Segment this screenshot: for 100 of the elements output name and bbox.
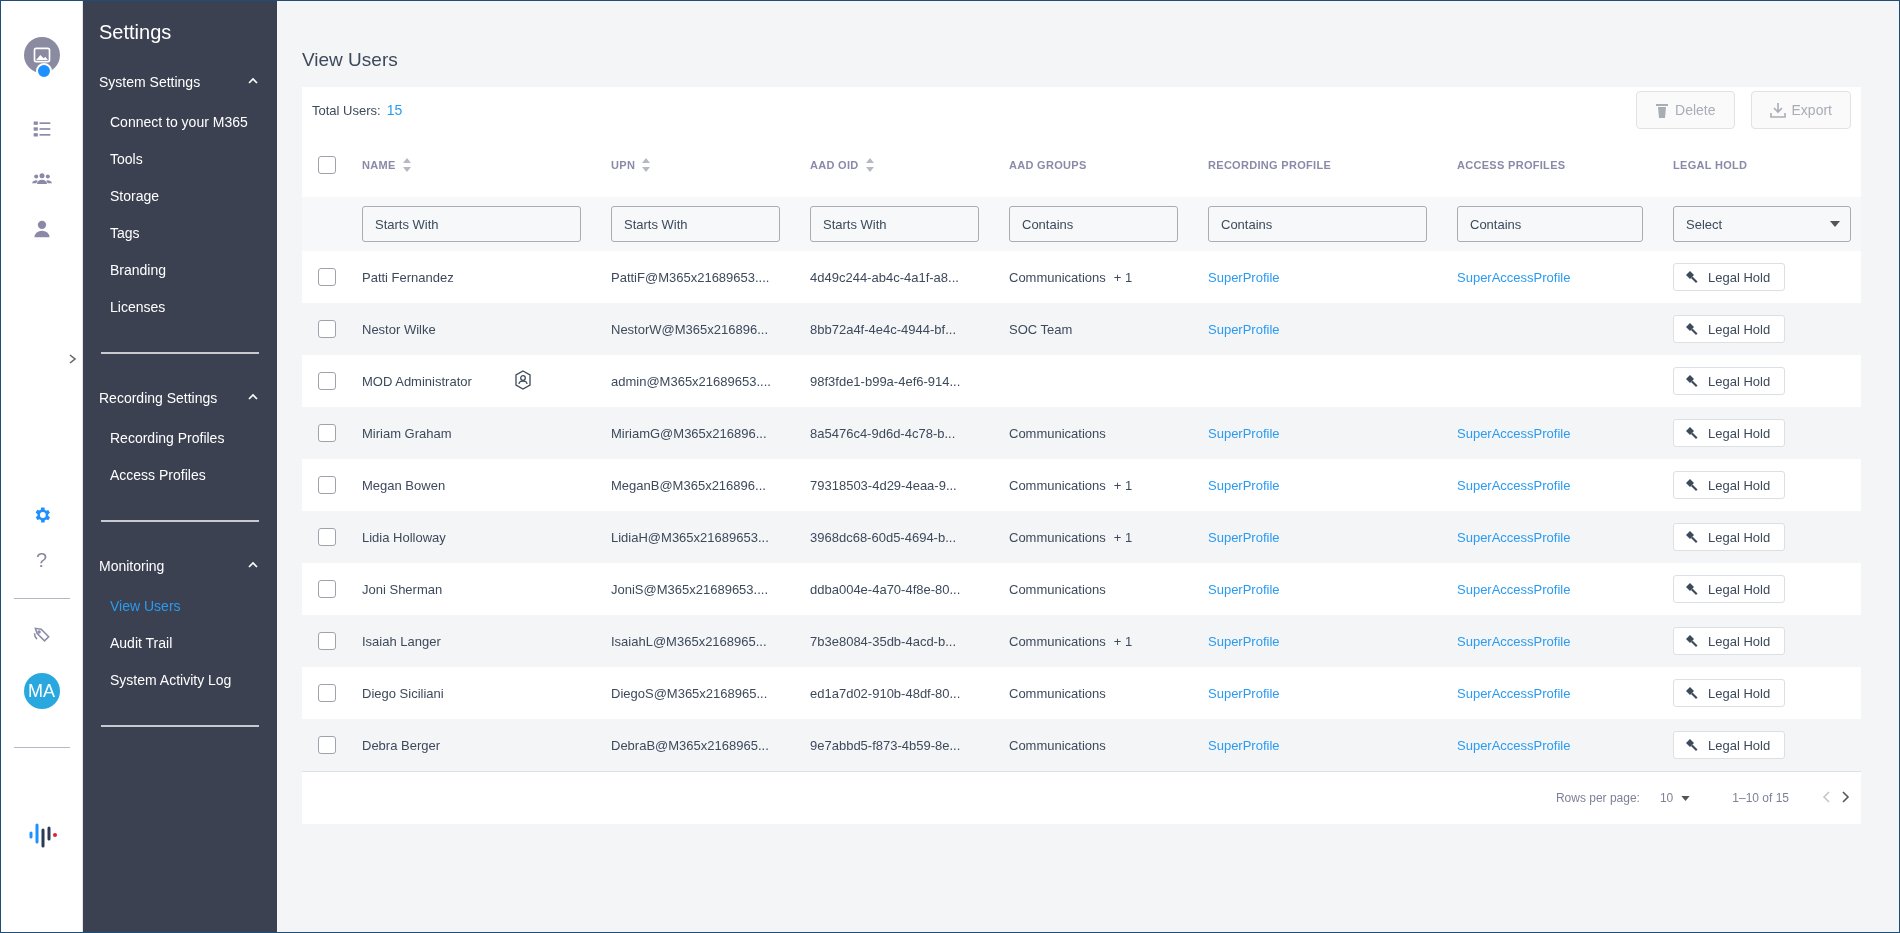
user-name: Lidia Holloway xyxy=(362,529,446,545)
user-name: Megan Bowen xyxy=(362,477,446,493)
gavel-icon xyxy=(1684,634,1698,648)
legal-hold-button[interactable]: Legal Hold xyxy=(1673,263,1786,291)
page-title: View Users xyxy=(302,49,399,71)
row-checkbox[interactable] xyxy=(318,424,336,442)
upn-cell: LidiaH@M365x21689653... xyxy=(611,529,769,545)
row-checkbox[interactable] xyxy=(318,736,336,754)
gavel-icon xyxy=(1684,582,1698,596)
filter-field[interactable]: Starts With xyxy=(810,206,979,242)
legal-hold-button[interactable]: Legal Hold xyxy=(1673,419,1786,447)
more-groups-count[interactable]: + 1 xyxy=(1113,633,1133,649)
row-checkbox[interactable] xyxy=(318,372,336,390)
upn-cell: MeganB@M365x216896... xyxy=(611,477,766,493)
legal-hold-button[interactable]: Legal Hold xyxy=(1673,367,1786,395)
legal-hold-button[interactable]: Legal Hold xyxy=(1673,731,1786,759)
legal-hold-button[interactable]: Legal Hold xyxy=(1673,575,1786,603)
legal-hold-button[interactable]: Legal Hold xyxy=(1673,679,1786,707)
more-groups-count[interactable]: + 1 xyxy=(1113,269,1133,285)
admin-shield-icon xyxy=(514,369,532,390)
sidebar-item[interactable]: Tools xyxy=(83,149,277,186)
oid-cell: 9e7abbd5-f873-4b59-8e... xyxy=(810,737,961,753)
sidebar-item[interactable]: Access Profiles xyxy=(83,465,277,502)
sidebar-item[interactable]: Storage xyxy=(83,186,277,223)
sidebar-title: Settings xyxy=(98,21,173,44)
total-users-label: Total Users: xyxy=(312,102,381,118)
oid-cell: 7b3e8084-35db-4acd-b... xyxy=(810,633,956,649)
legal-hold-select[interactable]: Select xyxy=(1673,206,1851,242)
upn-cell: admin@M365x21689653.... xyxy=(611,373,771,389)
download-icon xyxy=(1769,102,1786,118)
trash-icon xyxy=(1655,102,1670,118)
section-title[interactable]: Monitoring xyxy=(99,558,165,574)
upn-cell: DiegoS@M365x2168965... xyxy=(611,685,768,701)
sidebar-item[interactable]: Connect to your M365 xyxy=(83,112,277,149)
caret-down-icon xyxy=(1830,221,1840,227)
row-checkbox[interactable] xyxy=(318,580,336,598)
sidebar-item[interactable]: Recording Profiles xyxy=(83,428,277,465)
gavel-icon xyxy=(1684,686,1698,700)
oid-cell: 79318503-4d29-4eaa-9... xyxy=(810,477,957,493)
upn-cell: JoniS@M365x21689653.... xyxy=(611,581,769,597)
user-name: Debra Berger xyxy=(362,737,441,753)
legal-hold-button[interactable]: Legal Hold xyxy=(1673,627,1786,655)
user-name: Patti Fernandez xyxy=(362,269,454,285)
legal-hold-button[interactable]: Legal Hold xyxy=(1673,523,1786,551)
row-checkbox[interactable] xyxy=(318,632,336,650)
filter-field[interactable]: Contains xyxy=(1208,206,1427,242)
upn-cell: NestorW@M365x216896... xyxy=(611,321,768,337)
list-icon xyxy=(31,119,52,139)
legal-hold-button[interactable]: Legal Hold xyxy=(1673,315,1786,343)
filter-field[interactable]: Starts With xyxy=(611,206,780,242)
gavel-icon xyxy=(1684,530,1698,544)
user-name: Miriam Graham xyxy=(362,425,452,441)
gavel-icon xyxy=(1684,270,1698,284)
user-name: MOD Administrator xyxy=(362,373,472,389)
oid-cell: 98f3fde1-b99a-4ef6-914... xyxy=(810,373,961,389)
groups-cell: Communications xyxy=(1009,737,1106,753)
oid-cell: ddba004e-4a70-4f8e-80... xyxy=(810,581,961,597)
gavel-icon xyxy=(1684,738,1698,752)
row-checkbox[interactable] xyxy=(318,684,336,702)
oid-cell: 3968dc68-60d5-4694-b... xyxy=(810,529,956,545)
select-all-checkbox[interactable] xyxy=(318,156,336,174)
filter-field[interactable]: Contains xyxy=(1457,206,1643,242)
sort-icon xyxy=(864,158,875,172)
sidebar-item[interactable]: Audit Trail xyxy=(83,633,277,670)
upn-cell: DebraB@M365x2168965... xyxy=(611,737,769,753)
image-icon xyxy=(31,45,52,65)
section-title[interactable]: System Settings xyxy=(99,74,201,90)
sidebar-item[interactable]: System Activity Log xyxy=(83,670,277,707)
oid-cell: 4d49c244-ab4c-4a1f-a8... xyxy=(810,269,959,285)
sidebar-item[interactable]: Tags xyxy=(83,223,277,260)
gavel-icon xyxy=(1684,322,1698,336)
row-checkbox[interactable] xyxy=(318,476,336,494)
add-badge xyxy=(35,63,52,79)
legal-hold-button[interactable]: Legal Hold xyxy=(1673,471,1786,499)
row-checkbox[interactable] xyxy=(318,320,336,338)
oid-cell: 8a5476c4-9d6d-4c78-b... xyxy=(810,425,956,441)
groups-cell: Communications xyxy=(1009,477,1106,493)
groups-cell: Communications xyxy=(1009,581,1106,597)
groups-cell: Communications xyxy=(1009,685,1106,701)
total-users-count: 15 xyxy=(386,102,403,118)
column-header: AAD GROUPS xyxy=(1009,159,1087,171)
section-title[interactable]: Recording Settings xyxy=(99,390,218,406)
row-checkbox[interactable] xyxy=(318,268,336,286)
column-header: LEGAL HOLD xyxy=(1673,159,1748,171)
sidebar-item[interactable]: Licenses xyxy=(83,297,277,334)
caret-down-icon xyxy=(1681,795,1691,801)
user-name: Isaiah Langer xyxy=(362,633,441,649)
more-groups-count[interactable]: + 1 xyxy=(1113,529,1133,545)
sort-icon xyxy=(401,158,412,172)
groups-cell: Communications xyxy=(1009,633,1106,649)
row-checkbox[interactable] xyxy=(318,528,336,546)
upn-cell: MiriamG@M365x216896... xyxy=(611,425,767,441)
filter-field[interactable]: Contains xyxy=(1009,206,1178,242)
previous-page-icon xyxy=(1821,789,1831,804)
sidebar-item[interactable]: Branding xyxy=(83,260,277,297)
more-groups-count[interactable]: + 1 xyxy=(1113,477,1133,493)
next-page-icon xyxy=(1841,789,1851,804)
gavel-icon xyxy=(1684,426,1698,440)
filter-field[interactable]: Starts With xyxy=(362,206,581,242)
rows-per-page-select[interactable]: 10 xyxy=(1659,791,1691,805)
